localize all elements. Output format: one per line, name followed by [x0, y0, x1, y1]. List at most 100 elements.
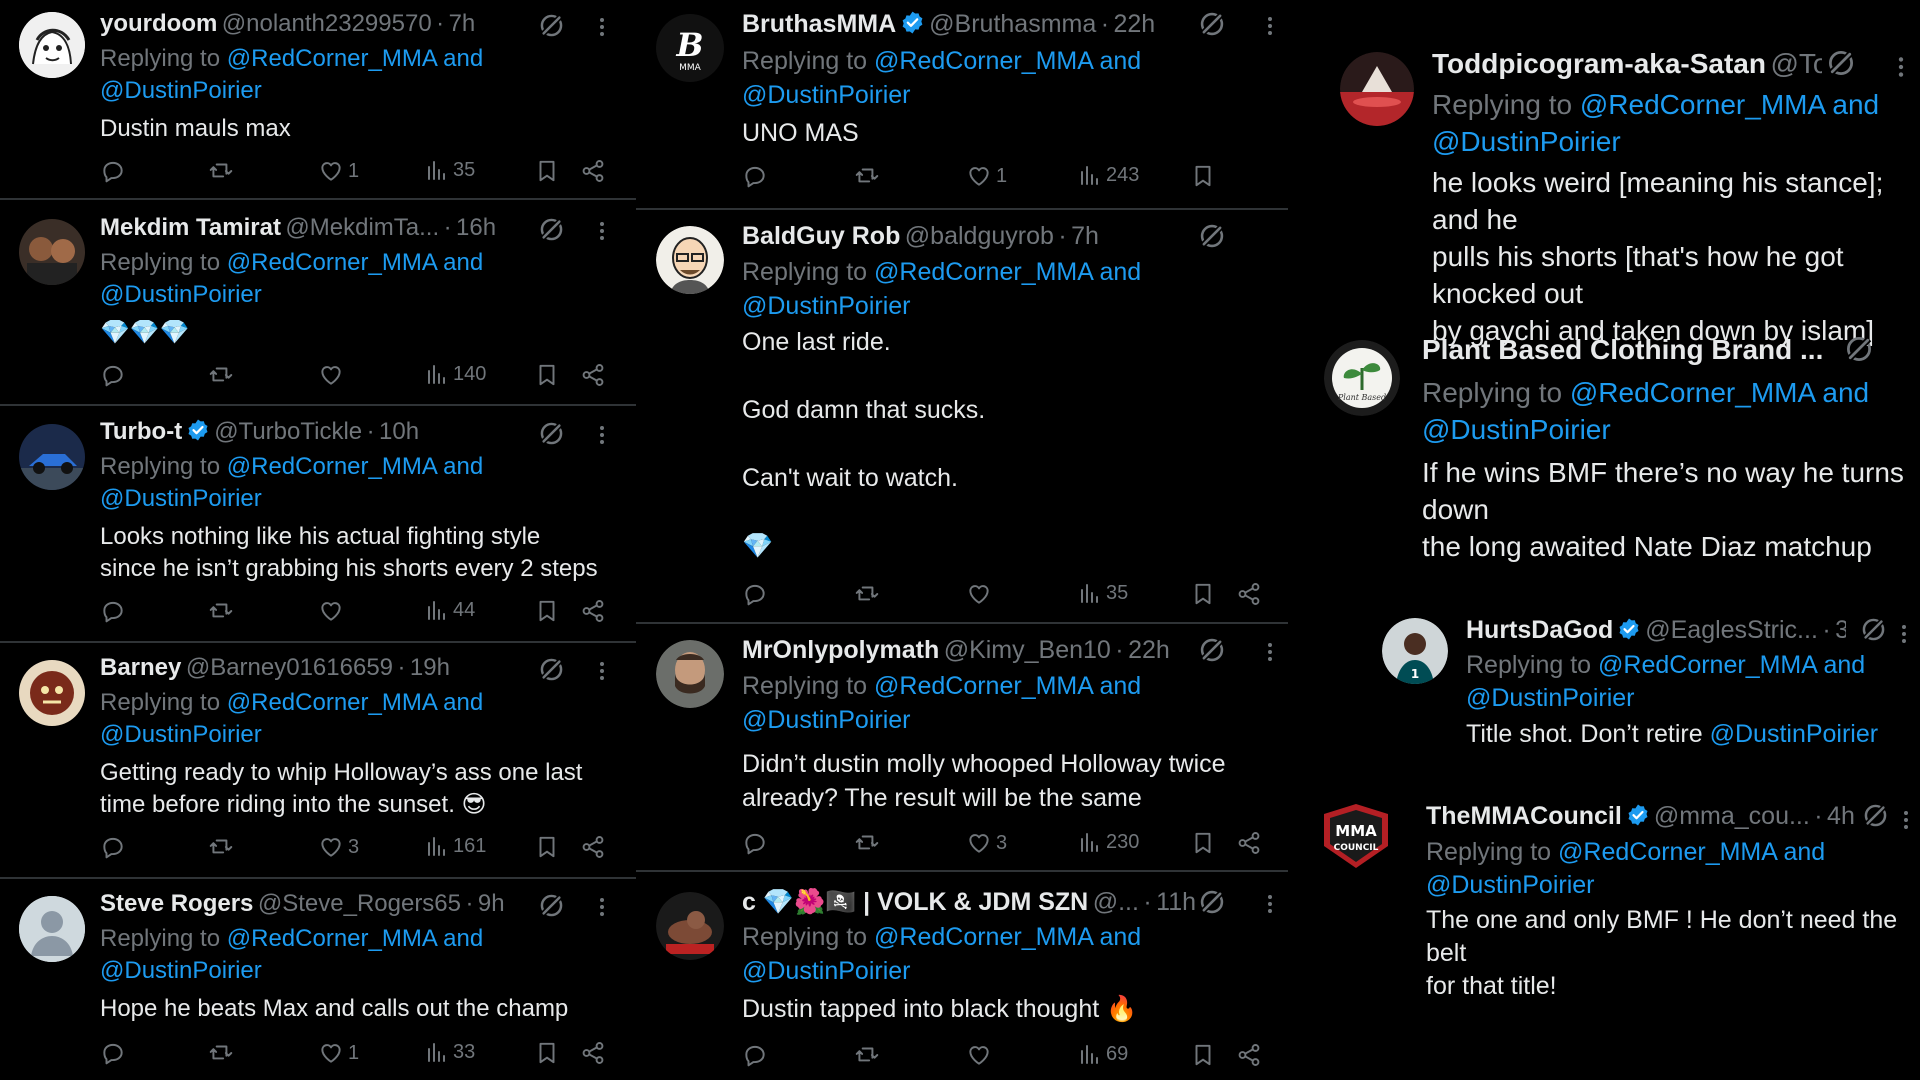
timestamp[interactable]: 22h [1128, 636, 1170, 664]
user-handle[interactable]: @Bruthasmma [929, 10, 1096, 38]
like-button[interactable] [966, 1042, 996, 1068]
more-options-icon[interactable] [590, 893, 614, 921]
user-name[interactable]: c 💎🌺🏴‍☠️ | VOLK & JDM SZN [742, 888, 1088, 916]
views-button[interactable]: 33 [425, 1040, 475, 1064]
more-options-icon[interactable] [1258, 12, 1282, 40]
grok-icon[interactable] [538, 12, 565, 39]
mention-link[interactable]: @RedCorner_MMA and [874, 47, 1141, 75]
views-button[interactable]: 243 [1078, 163, 1139, 187]
mention-link[interactable]: @DustinPoirier [100, 77, 262, 104]
like-button[interactable]: 1 [318, 158, 359, 184]
tweet-card[interactable]: MrOnlypolymath @Kimy_Ben10 · 22h Replyin… [636, 626, 1288, 872]
avatar[interactable] [19, 12, 85, 78]
grok-icon[interactable] [538, 216, 565, 243]
tweet-card[interactable]: Barney @Barney01616659 · 19h Replying to… [0, 644, 636, 879]
user-name[interactable]: Turbo-t [100, 418, 182, 445]
like-button[interactable]: 3 [966, 830, 1007, 856]
mention-link[interactable]: @RedCorner_MMA and [1580, 89, 1879, 120]
user-name[interactable]: BaldGuy Rob [742, 222, 900, 250]
user-name[interactable]: Steve Rogers [100, 890, 253, 917]
mention-link[interactable]: @RedCorner_MMA and [1598, 651, 1865, 679]
mention-link[interactable]: @RedCorner_MMA and [874, 923, 1141, 951]
mention-link[interactable]: @DustinPoirier [742, 81, 910, 109]
user-name[interactable]: yourdoom [100, 10, 217, 37]
user-name[interactable]: Toddpicogram-aka-Satan [1432, 48, 1766, 79]
share-button[interactable] [580, 362, 606, 388]
share-button[interactable] [1236, 581, 1262, 607]
grok-icon[interactable] [538, 420, 565, 447]
user-handle[interactable]: @To... [1770, 48, 1822, 79]
mention-link[interactable]: @RedCorner_MMA and [1570, 377, 1869, 408]
mention-link[interactable]: @DustinPoirier [100, 957, 262, 984]
more-options-icon[interactable] [590, 217, 614, 245]
reply-button[interactable] [100, 158, 126, 184]
timestamp[interactable]: 4h [1827, 802, 1855, 830]
avatar[interactable] [656, 892, 724, 960]
user-name[interactable]: Mekdim Tamirat [100, 214, 281, 241]
more-options-icon[interactable] [590, 657, 614, 685]
like-button[interactable] [966, 581, 996, 607]
avatar[interactable] [656, 226, 724, 294]
mention-link[interactable]: @RedCorner_MMA and [227, 453, 483, 480]
more-options-icon[interactable] [1894, 806, 1918, 834]
user-handle[interactable]: @MekdimTa... [285, 214, 439, 241]
bookmark-button[interactable] [534, 598, 560, 624]
mention-link[interactable]: @DustinPoirier [100, 721, 262, 748]
timestamp[interactable]: 11h [1156, 888, 1196, 916]
like-button[interactable] [318, 598, 348, 624]
share-button[interactable] [1236, 830, 1262, 856]
timestamp[interactable]: 9h [478, 890, 505, 917]
reply-button[interactable] [742, 581, 768, 607]
avatar[interactable]: Plant Based [1324, 340, 1400, 416]
grok-icon[interactable] [1860, 616, 1887, 643]
timestamp[interactable]: 10h [379, 418, 419, 445]
tweet-card[interactable]: MMA COUNCIL TheMMACouncil @mma_cou... · 4h… [1288, 798, 1920, 1000]
reply-button[interactable] [100, 1040, 126, 1066]
user-handle[interactable]: @mma_cou... [1654, 802, 1810, 830]
mention-link[interactable]: @RedCorner_MMA and [874, 672, 1141, 700]
repost-button[interactable] [208, 834, 234, 860]
tweet-card[interactable]: BaldGuy Rob @baldguyrob · 7h Replying to… [636, 212, 1288, 624]
like-button[interactable] [318, 362, 348, 388]
mention-link[interactable]: @RedCorner_MMA and [227, 925, 483, 952]
more-options-icon[interactable] [590, 13, 614, 41]
mention-link[interactable]: @DustinPoirier [1426, 871, 1594, 899]
timestamp[interactable]: 7h [1071, 222, 1099, 250]
avatar[interactable] [1340, 52, 1414, 126]
user-name[interactable]: TheMMACouncil [1426, 802, 1622, 830]
share-button[interactable] [580, 834, 606, 860]
user-name[interactable]: HurtsDaGod [1466, 616, 1613, 644]
bookmark-button[interactable] [534, 158, 560, 184]
mention-link[interactable]: @DustinPoirier [1710, 720, 1878, 748]
user-handle[interactable]: @... [1093, 888, 1139, 916]
timestamp[interactable]: 22h [1114, 10, 1156, 38]
grok-icon[interactable] [1198, 888, 1226, 916]
avatar[interactable] [19, 424, 85, 490]
avatar[interactable]: 1 [1382, 618, 1448, 684]
mention-link[interactable]: @RedCorner_MMA and [227, 689, 483, 716]
mention-link[interactable]: @DustinPoirier [1432, 126, 1621, 157]
avatar[interactable] [656, 640, 724, 708]
repost-button[interactable] [854, 830, 880, 856]
share-button[interactable] [580, 1040, 606, 1066]
like-button[interactable]: 1 [318, 1040, 359, 1066]
tweet-card[interactable]: yourdoom @nolanth23299570 · 7h Replying … [0, 0, 636, 200]
share-button[interactable] [580, 158, 606, 184]
tweet-card[interactable]: Plant Based Plant Based Clothing Brand .… [1288, 322, 1920, 562]
user-handle[interactable]: @Kimy_Ben10 [944, 636, 1111, 664]
repost-button[interactable] [208, 362, 234, 388]
tweet-card[interactable]: Mekdim Tamirat @MekdimTa... · 16h Replyi… [0, 204, 636, 406]
timestamp[interactable]: 19h [410, 654, 450, 681]
views-button[interactable]: 140 [425, 362, 486, 386]
views-button[interactable]: 44 [425, 598, 475, 622]
grok-icon[interactable] [1862, 802, 1889, 829]
reply-button[interactable] [742, 1042, 768, 1068]
repost-button[interactable] [208, 598, 234, 624]
bookmark-button[interactable] [534, 834, 560, 860]
reply-button[interactable] [742, 163, 768, 189]
bookmark-button[interactable] [1190, 830, 1216, 856]
mention-link[interactable]: @DustinPoirier [100, 485, 262, 512]
mention-link[interactable]: @RedCorner_MMA and [874, 258, 1141, 286]
grok-icon[interactable] [1198, 10, 1226, 38]
views-button[interactable]: 161 [425, 834, 486, 858]
